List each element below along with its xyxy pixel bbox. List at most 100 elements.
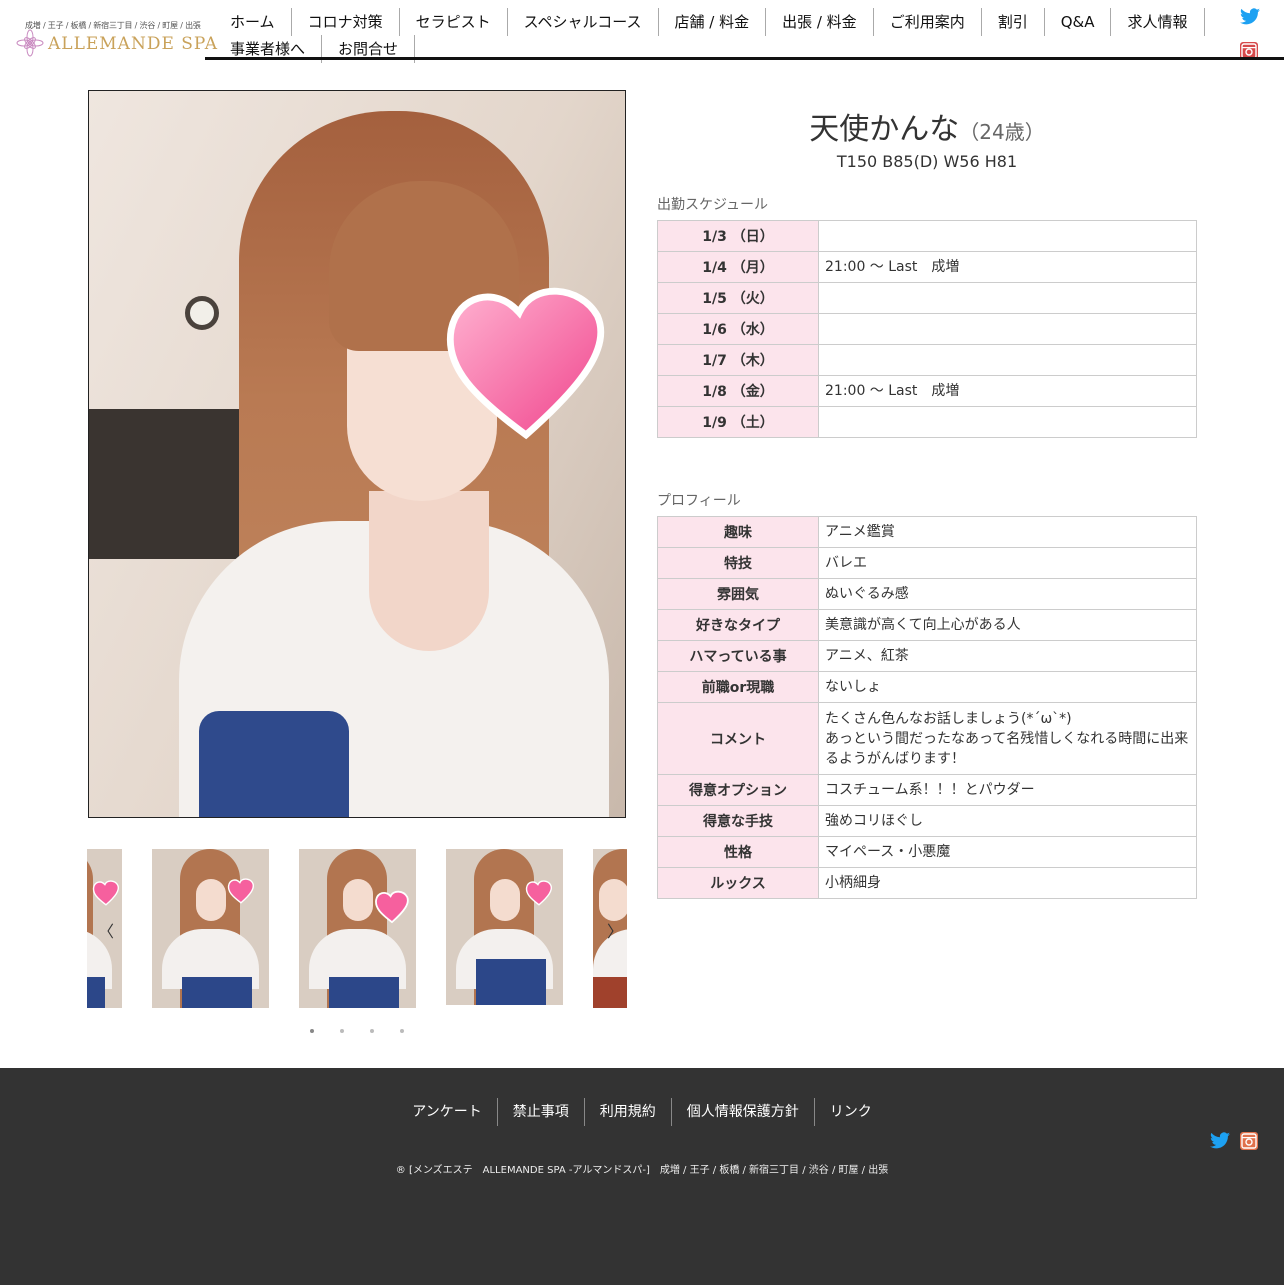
therapist-name: 天使かんな bbox=[809, 112, 960, 147]
table-row: ルックス 小柄細身 bbox=[657, 867, 1197, 899]
carousel-dot[interactable] bbox=[310, 1029, 314, 1033]
table-row: コメント たくさん色んなお話しましょう(*´ω`*) あっという間だったなあって… bbox=[657, 702, 1197, 775]
schedule-date: 1/5 （火） bbox=[657, 282, 819, 314]
schedule-row: 1/4 （月） 21:00 ～ Last 成増 bbox=[657, 251, 1197, 283]
schedule-row: 1/3 （日） bbox=[657, 220, 1197, 252]
comment-line: あっという間だったなあって名残惜しくなれる時間に出来るようがんばります！ bbox=[825, 730, 1189, 767]
therapist-name-line: 天使かんな（24歳） bbox=[657, 104, 1197, 148]
footer-link-privacy[interactable]: 個人情報保護方針 bbox=[672, 1098, 815, 1126]
schedule-time: 21:00 ～ Last 成増 bbox=[818, 375, 1197, 407]
profile-value: 美意識が高くて向上心がある人 bbox=[818, 609, 1197, 641]
carousel-dot[interactable] bbox=[340, 1029, 344, 1033]
schedule-date: 1/8 （金） bbox=[657, 375, 819, 407]
therapist-age: （24歳） bbox=[959, 120, 1045, 144]
heart-sticker-icon bbox=[227, 878, 254, 904]
nav-delivery-price[interactable]: 出張 / 料金 bbox=[766, 8, 874, 36]
profile-label: コメント bbox=[657, 702, 819, 775]
table-row: 好きなタイプ 美意識が高くて向上心がある人 bbox=[657, 609, 1197, 641]
carousel-dot[interactable] bbox=[370, 1029, 374, 1033]
nav-therapist[interactable]: セラピスト bbox=[400, 8, 508, 36]
profile-label: 得意オプション bbox=[657, 774, 819, 806]
footer-sns bbox=[1210, 1132, 1258, 1150]
table-row: 雰囲気 ぬいぐるみ感 bbox=[657, 578, 1197, 610]
site-footer: アンケート 禁止事項 利用規約 個人情報保護方針 リンク ® [メンズエステ A… bbox=[0, 1068, 1284, 1285]
thumbnail[interactable] bbox=[152, 849, 269, 1008]
nav-special-course[interactable]: スペシャルコース bbox=[508, 8, 659, 36]
profile-value: 小柄細身 bbox=[818, 867, 1197, 899]
heart-sticker-icon bbox=[525, 880, 552, 906]
photo-neck bbox=[369, 491, 489, 651]
therapist-measurements: T150 B85(D) W56 H81 bbox=[836, 152, 1018, 171]
schedule-date: 1/4 （月） bbox=[657, 251, 819, 283]
photo-jeans bbox=[199, 711, 349, 817]
heart-sticker-icon bbox=[375, 890, 409, 924]
profile-value: ぬいぐるみ感 bbox=[818, 578, 1197, 610]
schedule-date: 1/7 （木） bbox=[657, 344, 819, 376]
table-row: 趣味 アニメ鑑賞 bbox=[657, 516, 1197, 548]
copyright-text: ® [メンズエステ ALLEMANDE SPA -アルマンドスパ-] 成増 / … bbox=[395, 1165, 889, 1176]
profile-label: 雰囲気 bbox=[657, 578, 819, 610]
site-logo[interactable]: 成増 / 王子 / 板橋 / 新宿三丁目 / 渋谷 / 町屋 / 出張 ALLE… bbox=[15, 14, 217, 60]
nav-guide[interactable]: ご利用案内 bbox=[874, 8, 982, 36]
profile-label: ハマっている事 bbox=[657, 640, 819, 672]
nav-corona[interactable]: コロナ対策 bbox=[292, 8, 400, 36]
profile-label: ルックス bbox=[657, 867, 819, 899]
main-nav: ホーム コロナ対策 セラピスト スペシャルコース 店舗 / 料金 出張 / 料金… bbox=[214, 8, 1214, 63]
nav-home[interactable]: ホーム bbox=[214, 8, 292, 36]
nav-store-price[interactable]: 店舗 / 料金 bbox=[659, 8, 767, 36]
chevron-left-icon[interactable]: 〈 bbox=[98, 918, 114, 942]
carousel-dots bbox=[310, 1029, 404, 1033]
schedule-time bbox=[818, 406, 1197, 438]
footer-link-survey[interactable]: アンケート bbox=[397, 1098, 498, 1126]
logo-areas: 成増 / 王子 / 板橋 / 新宿三丁目 / 渋谷 / 町屋 / 出張 bbox=[25, 21, 201, 30]
profile-table: 趣味 アニメ鑑賞 特技 バレエ 雰囲気 ぬいぐるみ感 好きなタイプ 美意識が高くて向上心… bbox=[657, 516, 1197, 899]
schedule-row: 1/6 （水） bbox=[657, 313, 1197, 345]
thumbnail[interactable] bbox=[299, 849, 416, 1008]
thumbnail-carousel bbox=[87, 849, 627, 1009]
footer-link-links[interactable]: リンク bbox=[815, 1098, 887, 1126]
footer-link-prohibited[interactable]: 禁止事項 bbox=[498, 1098, 585, 1126]
profile-value: ないしょ bbox=[818, 671, 1197, 703]
lotus-logo-icon bbox=[16, 29, 44, 57]
thumbnail[interactable] bbox=[446, 849, 563, 1005]
heart-sticker-icon bbox=[446, 287, 605, 440]
profile-label: 性格 bbox=[657, 836, 819, 868]
footer-nav: アンケート 禁止事項 利用規約 個人情報保護方針 リンク bbox=[0, 1098, 1284, 1126]
schedule-time bbox=[818, 282, 1197, 314]
profile-title: プロフィール bbox=[657, 493, 741, 509]
comment-line: たくさん色んなお話しましょう(*´ω`*) bbox=[825, 710, 1072, 727]
carousel-dot[interactable] bbox=[400, 1029, 404, 1033]
schedule-time: 21:00 ～ Last 成増 bbox=[818, 251, 1197, 283]
photo-clock bbox=[185, 296, 219, 330]
profile-value: マイペース・小悪魔 bbox=[818, 836, 1197, 868]
nav-row-1: ホーム コロナ対策 セラピスト スペシャルコース 店舗 / 料金 出張 / 料金… bbox=[214, 8, 1214, 36]
header-divider bbox=[205, 57, 1284, 60]
profile-value: アニメ鑑賞 bbox=[818, 516, 1197, 548]
schedule-date: 1/6 （水） bbox=[657, 313, 819, 345]
schedule-row: 1/8 （金） 21:00 ～ Last 成増 bbox=[657, 375, 1197, 407]
site-header: 成増 / 王子 / 板橋 / 新宿三丁目 / 渋谷 / 町屋 / 出張 ALLE… bbox=[0, 0, 1284, 63]
nav-discount[interactable]: 割引 bbox=[982, 8, 1045, 36]
photo-shelf bbox=[89, 409, 239, 559]
nav-recruit[interactable]: 求人情報 bbox=[1111, 8, 1205, 36]
schedule-time bbox=[818, 313, 1197, 345]
profile-label: 趣味 bbox=[657, 516, 819, 548]
twitter-icon[interactable] bbox=[1210, 1132, 1230, 1149]
profile-label: 特技 bbox=[657, 547, 819, 579]
instagram-icon[interactable] bbox=[1240, 1132, 1258, 1150]
therapist-main-photo[interactable] bbox=[88, 90, 626, 818]
schedule-date: 1/3 （日） bbox=[657, 220, 819, 252]
twitter-icon[interactable] bbox=[1240, 8, 1260, 25]
heart-sticker-icon bbox=[92, 880, 119, 906]
chevron-right-icon[interactable]: 〉 bbox=[607, 918, 623, 942]
profile-label: 得意な手技 bbox=[657, 805, 819, 837]
profile-value: 強めコリほぐし bbox=[818, 805, 1197, 837]
schedule-time bbox=[818, 220, 1197, 252]
schedule-row: 1/5 （火） bbox=[657, 282, 1197, 314]
footer-link-terms[interactable]: 利用規約 bbox=[585, 1098, 672, 1126]
schedule-table: 1/3 （日） 1/4 （月） 21:00 ～ Last 成増 1/5 （火） 1/6 … bbox=[657, 220, 1197, 438]
table-row: ハマっている事 アニメ、紅茶 bbox=[657, 640, 1197, 672]
nav-faq[interactable]: Q&A bbox=[1045, 8, 1112, 36]
profile-value: アニメ、紅茶 bbox=[818, 640, 1197, 672]
table-row: 得意な手技 強めコリほぐし bbox=[657, 805, 1197, 837]
